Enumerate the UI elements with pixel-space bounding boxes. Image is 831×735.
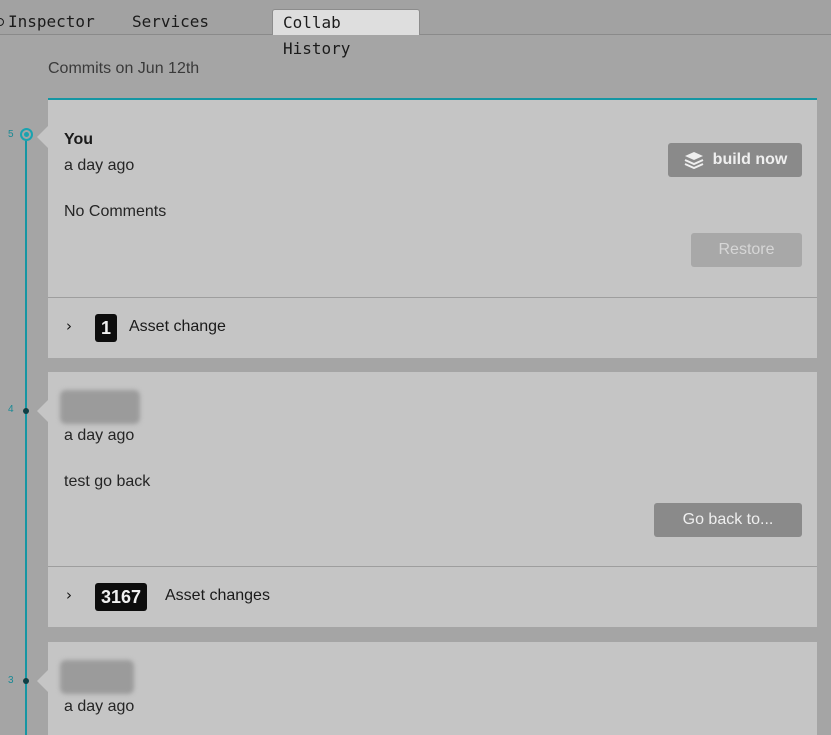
change-label: Asset changes xyxy=(165,587,270,604)
layers-icon xyxy=(684,152,704,169)
revision-number: 5 xyxy=(8,129,14,140)
build-now-button[interactable]: build now xyxy=(668,143,802,177)
revision-number: 3 xyxy=(8,675,14,686)
restore-button[interactable]: Restore xyxy=(691,233,802,267)
chevron-right-icon: › xyxy=(66,317,72,335)
go-back-label: Go back to... xyxy=(682,511,774,528)
inspector-icon xyxy=(0,18,4,26)
commit-card: a day ago test go back Go back to... › 3… xyxy=(37,372,817,627)
card-pointer xyxy=(37,400,48,422)
tab-inspector-label: Inspector xyxy=(8,12,95,31)
revision-number: 4 xyxy=(8,404,14,415)
asset-changes-row[interactable]: › 1 Asset change xyxy=(48,297,817,358)
tab-services[interactable]: Services xyxy=(122,9,219,35)
go-back-button[interactable]: Go back to... xyxy=(654,503,802,537)
timeline-node[interactable] xyxy=(23,408,29,414)
timeline-node-current[interactable] xyxy=(19,128,33,141)
date-header: Commits on Jun 12th xyxy=(48,60,200,77)
change-count-badge: 1 xyxy=(95,314,118,342)
card-pointer xyxy=(37,670,48,692)
timeline-node[interactable] xyxy=(23,678,29,684)
build-now-label: build now xyxy=(712,151,788,168)
redacted-author xyxy=(60,660,134,694)
tab-services-label: Services xyxy=(132,12,210,31)
chevron-right-icon: › xyxy=(66,586,72,604)
tab-collab-history-label: Collab History xyxy=(283,13,351,58)
card-pointer xyxy=(37,126,48,148)
timeline-line xyxy=(25,133,27,735)
commit-comment: No Comments xyxy=(64,203,167,220)
commit-time: a day ago xyxy=(64,427,135,444)
commit-comment: test go back xyxy=(64,473,151,490)
commit-time: a day ago xyxy=(64,698,135,715)
commit-card: a day ago xyxy=(37,642,817,735)
restore-label: Restore xyxy=(718,241,775,258)
tab-inspector[interactable]: Inspector xyxy=(0,9,105,35)
change-label: Asset change xyxy=(129,318,226,335)
tab-bar: Inspector Services Collab History xyxy=(0,0,831,58)
commit-author: You xyxy=(64,131,94,148)
tab-collab-history[interactable]: Collab History xyxy=(272,9,420,58)
commit-time: a day ago xyxy=(64,157,135,174)
redacted-author xyxy=(60,390,140,424)
asset-changes-row[interactable]: › 3167 Asset changes xyxy=(48,566,817,627)
commit-card: You a day ago No Comments build now Rest… xyxy=(37,98,817,358)
change-count-badge: 3167 xyxy=(95,583,148,611)
